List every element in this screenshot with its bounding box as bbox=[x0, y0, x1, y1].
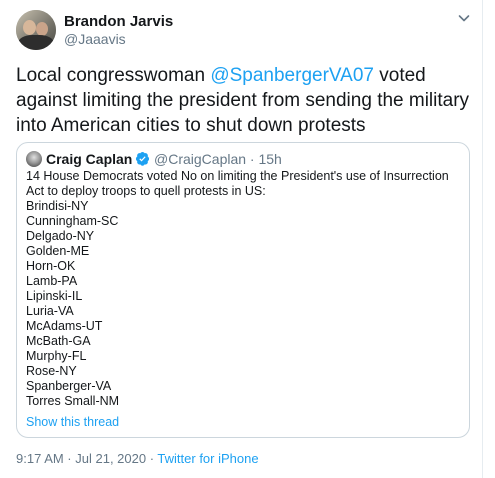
chevron-down-icon[interactable] bbox=[456, 10, 472, 26]
quote-text: 14 House Democrats voted No on limiting … bbox=[26, 169, 466, 409]
show-thread-link[interactable]: Show this thread bbox=[26, 415, 119, 429]
tweet-meta: 9:17 AM · Jul 21, 2020 · Twitter for iPh… bbox=[16, 451, 259, 466]
list-item: Horn-OK bbox=[26, 259, 76, 273]
list-item: Murphy-FL bbox=[26, 349, 87, 363]
author-handle[interactable]: @Jaaavis bbox=[64, 31, 126, 47]
list-item: Brindisi-NY bbox=[26, 199, 89, 213]
list-item: Torres Small-NM bbox=[26, 394, 120, 408]
list-item: Luria-VA bbox=[26, 304, 74, 318]
quote-avatar bbox=[26, 151, 42, 167]
list-item: Rose-NY bbox=[26, 364, 77, 378]
list-item: Cunningham-SC bbox=[26, 214, 119, 228]
quote-handle-time: @CraigCaplan · 15h bbox=[154, 151, 282, 167]
list-item: Lamb-PA bbox=[26, 274, 78, 288]
source-link[interactable]: Twitter for iPhone bbox=[157, 451, 258, 466]
list-item: Golden-ME bbox=[26, 244, 90, 258]
quote-author-name: Craig Caplan bbox=[46, 151, 133, 167]
mention-link[interactable]: @SpanbergerVA07 bbox=[210, 65, 374, 86]
avatar[interactable] bbox=[16, 10, 56, 50]
tweet-text-before: Local congresswoman bbox=[16, 65, 211, 86]
tweet-text: Local congresswoman @SpanbergerVA07 vote… bbox=[16, 63, 476, 138]
quote-intro: 14 House Democrats voted No on limiting … bbox=[26, 169, 449, 198]
list-item: McAdams-UT bbox=[26, 319, 103, 333]
list-item: Lipinski-IL bbox=[26, 289, 83, 303]
list-item: McBath-GA bbox=[26, 334, 91, 348]
member-list: Brindisi-NY Cunningham-SC Delgado-NY Gol… bbox=[26, 199, 466, 409]
verified-badge-icon bbox=[135, 151, 150, 166]
meta-separator: · bbox=[146, 451, 158, 466]
list-item: Delgado-NY bbox=[26, 229, 95, 243]
timestamp-link[interactable]: 9:17 AM · Jul 21, 2020 bbox=[16, 451, 146, 466]
quoted-tweet[interactable]: Craig Caplan @CraigCaplan · 15h 14 House… bbox=[16, 142, 470, 438]
list-item: Spanberger-VA bbox=[26, 379, 112, 393]
tweet: Brandon Jarvis @Jaaavis Local congresswo… bbox=[0, 0, 483, 478]
author-name[interactable]: Brandon Jarvis bbox=[64, 13, 173, 30]
